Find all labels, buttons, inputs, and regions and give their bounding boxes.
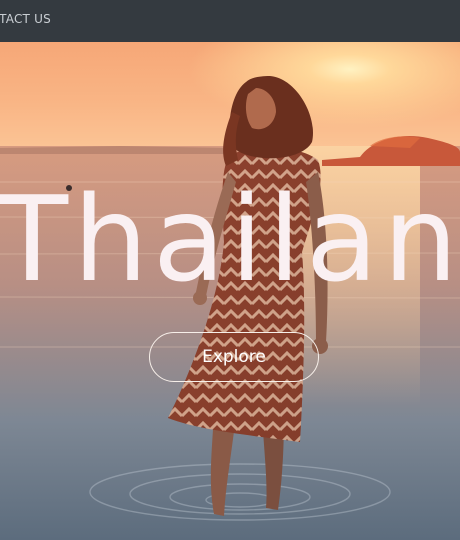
hero-title: Thailand bbox=[0, 170, 460, 308]
page: NTACT US bbox=[0, 0, 460, 540]
explore-button[interactable]: Explore bbox=[149, 332, 319, 382]
nav-link-contact-us[interactable]: NTACT US bbox=[0, 12, 51, 26]
top-navbar: NTACT US bbox=[0, 0, 460, 42]
hero-section: Thailand Explore bbox=[0, 42, 460, 540]
